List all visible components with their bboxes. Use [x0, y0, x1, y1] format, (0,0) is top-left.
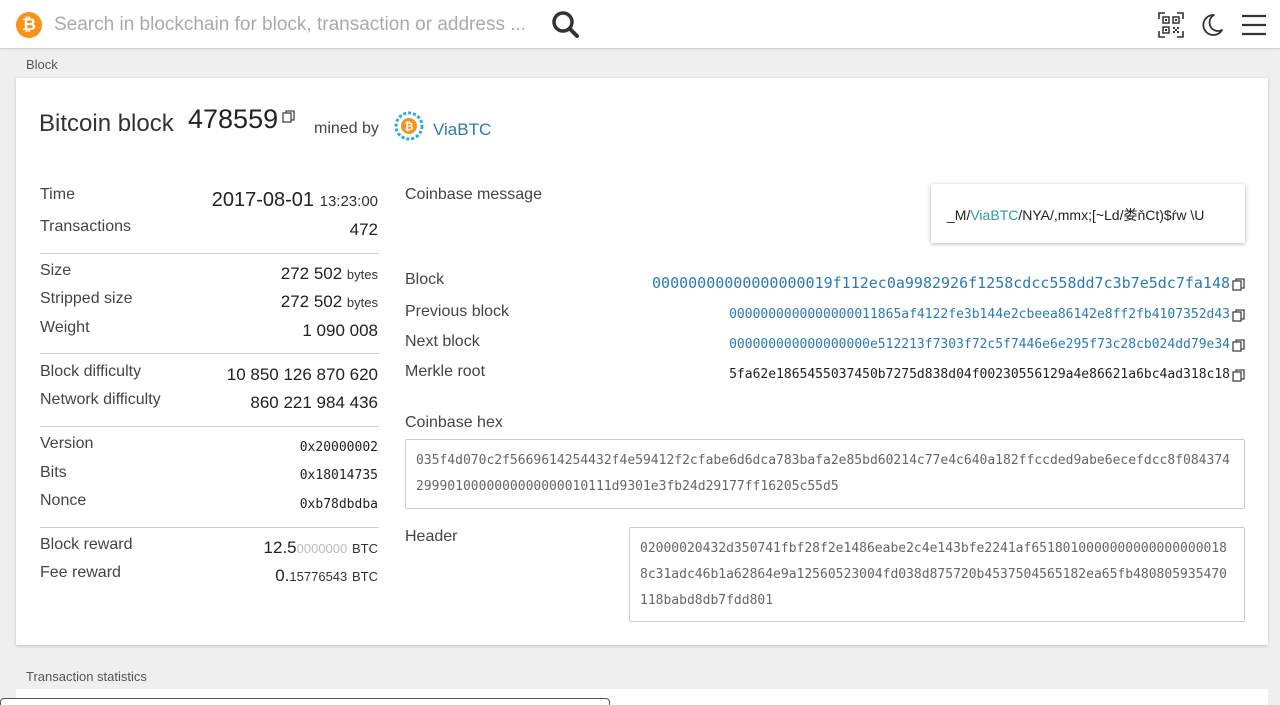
moon-icon[interactable]	[1199, 12, 1225, 38]
copy-icon[interactable]	[1232, 309, 1246, 323]
time-value: 2017-08-01 13:23:00	[211, 189, 378, 211]
bitcoin-logo-icon[interactable]: ₿	[16, 12, 42, 38]
coinbase-message-label: Coinbase message	[405, 186, 542, 203]
next-block-label: Next block	[405, 333, 480, 350]
qr-scan-icon[interactable]	[1158, 12, 1184, 38]
coinbase-message-box: _M/ViaBTC/NYA/,mmx;[~Ld/娄ňCt)$ŕw \U	[931, 184, 1245, 243]
pool-link[interactable]: ViaBTC	[433, 120, 491, 140]
nonce-label: Nonce	[40, 492, 87, 509]
top-bar: ₿	[0, 0, 1280, 49]
size-label: Size	[40, 262, 72, 279]
header-label: Header	[405, 528, 458, 545]
copy-icon[interactable]	[1232, 278, 1246, 292]
viabtc-logo-icon: ₿	[394, 111, 424, 141]
network-difficulty-label: Network difficulty	[40, 391, 161, 408]
divider	[40, 426, 379, 427]
transaction-statistics-label: Transaction statistics	[26, 669, 147, 684]
horizontal-scrollbar[interactable]	[0, 698, 610, 705]
search-input[interactable]	[54, 9, 524, 41]
bits-value: 0x18014735	[299, 468, 378, 483]
mined-by-label: mined by	[314, 120, 379, 137]
block-difficulty-value: 10 850 126 870 620	[226, 365, 378, 384]
transactions-value: 472	[349, 220, 378, 239]
block-hash-link[interactable]: 00000000000000000019f112ec0a9982926f1258…	[652, 274, 1230, 292]
size-value: 272 502 bytes	[280, 264, 378, 283]
block-difficulty-label: Block difficulty	[40, 363, 142, 380]
block-reward-label: Block reward	[40, 536, 133, 553]
next-block-link[interactable]: 000000000000000000e512213f7303f72c5f7446…	[729, 337, 1230, 352]
divider	[40, 253, 379, 254]
stripped-size-value: 272 502 bytes	[280, 292, 378, 311]
copy-icon[interactable]	[1232, 369, 1246, 383]
time-label: Time	[40, 186, 75, 203]
network-difficulty-value: 860 221 984 436	[250, 393, 378, 412]
version-value: 0x20000002	[299, 440, 378, 455]
weight-label: Weight	[40, 319, 90, 336]
previous-block-label: Previous block	[405, 303, 510, 320]
coinbase-hex-box: 035f4d070c2f5669614254432f4e59412f2cfabe…	[405, 439, 1245, 509]
merkle-root-value: 5fa62e1865455037450b7275d838d04f00230556…	[729, 367, 1230, 382]
version-label: Version	[40, 435, 94, 452]
breadcrumb: Block	[26, 57, 58, 72]
block-hash-label: Block	[405, 271, 445, 288]
search-icon[interactable]	[550, 10, 582, 40]
block-reward-value: 12.50000000 BTC	[263, 538, 378, 557]
transactions-label: Transactions	[40, 218, 131, 235]
previous-block-link[interactable]: 0000000000000000011865af4122fe3b144e2cbe…	[729, 307, 1230, 322]
header-hex-box: 02000020432d350741fbf28f2e1486eabe2c4e14…	[629, 527, 1245, 622]
coinbase-hex-label: Coinbase hex	[405, 414, 503, 431]
divider	[40, 527, 379, 528]
hamburger-menu-icon[interactable]	[1240, 12, 1268, 38]
copy-icon[interactable]	[282, 110, 296, 124]
stripped-size-label: Stripped size	[40, 290, 133, 307]
block-height: 478559	[188, 104, 279, 134]
weight-value: 1 090 008	[302, 321, 378, 340]
divider	[40, 353, 379, 354]
page-title: Bitcoin block	[39, 110, 174, 137]
fee-reward-label: Fee reward	[40, 564, 121, 581]
bits-label: Bits	[40, 464, 67, 481]
copy-icon[interactable]	[1232, 339, 1246, 353]
svg-text:₿: ₿	[405, 120, 414, 133]
fee-reward-value: 0.15776543 BTC	[275, 566, 378, 585]
nonce-value: 0xb78dbdba	[299, 497, 378, 512]
merkle-root-label: Merkle root	[405, 363, 486, 380]
